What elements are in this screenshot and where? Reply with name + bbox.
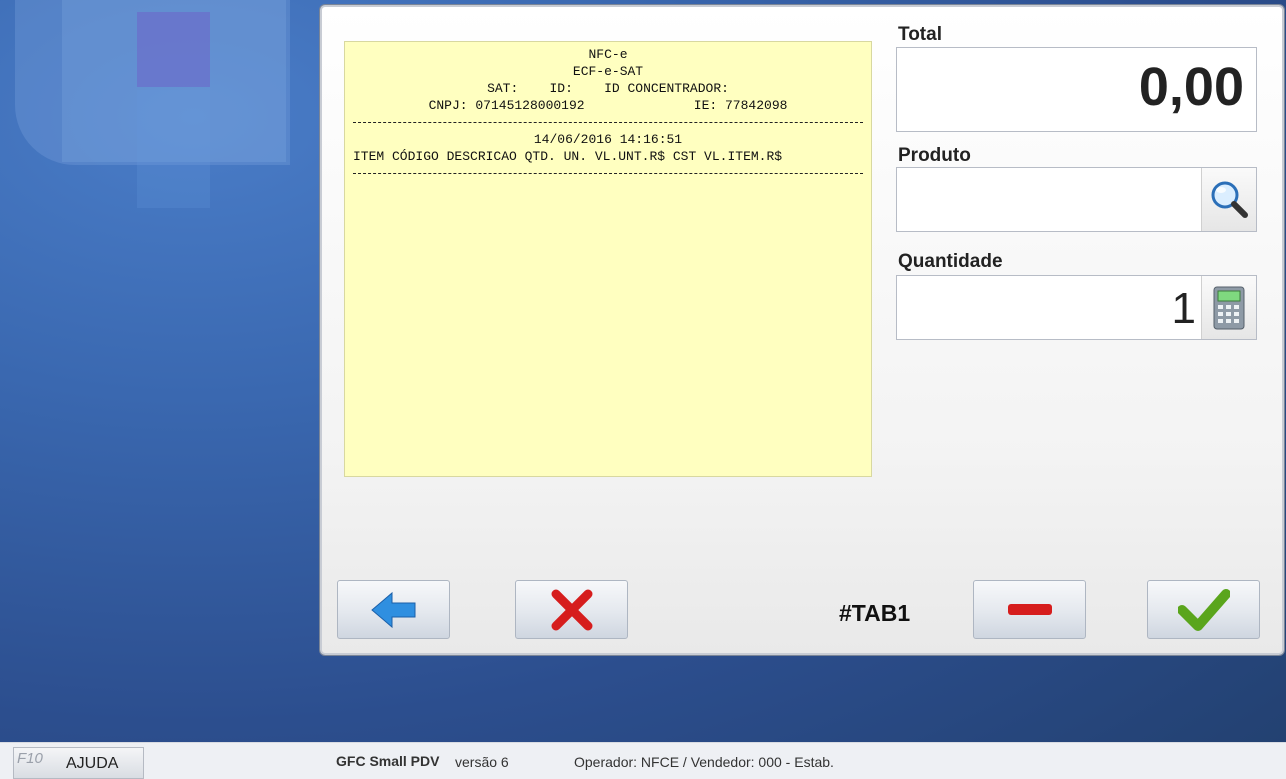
help-button[interactable]: F10 AJUDA: [13, 747, 144, 779]
check-icon: [1177, 588, 1230, 631]
cancel-button[interactable]: [515, 580, 628, 639]
confirm-button[interactable]: [1147, 580, 1260, 639]
receipt-divider: [353, 122, 863, 123]
operator-info: Operador: NFCE / Vendedor: 000 - Estab.: [574, 754, 834, 770]
remove-button[interactable]: [973, 580, 1086, 639]
receipt-divider: [353, 173, 863, 174]
status-bar: F10 AJUDA GFC Small PDV versão 6 Operado…: [0, 742, 1286, 779]
minus-icon: [1007, 603, 1052, 615]
search-button[interactable]: [1201, 168, 1256, 231]
receipt-line: SAT: ID: ID CONCENTRADOR:: [487, 81, 729, 96]
arrow-left-icon: [370, 591, 415, 628]
app-version: versão 6: [455, 754, 509, 770]
tab-label: #TAB1: [839, 600, 911, 626]
quantidade-label: Quantidade: [898, 251, 1003, 272]
produto-input[interactable]: [896, 167, 1257, 232]
close-icon: [551, 589, 592, 630]
background-decoration: [137, 12, 210, 87]
background-decoration: [137, 90, 210, 208]
help-shortcut: F10: [17, 750, 43, 767]
quantidade-value: 1: [1171, 284, 1196, 333]
calculator-icon: [1213, 286, 1245, 329]
receipt-line: ECF-e-SAT: [572, 64, 644, 79]
pos-panel: NFC-e ECF-e-SAT SAT: ID: ID CONCENTRADOR…: [320, 5, 1284, 655]
app-name: GFC Small PDV: [336, 753, 440, 769]
total-display: 0,00: [896, 47, 1257, 132]
quantidade-input[interactable]: 1: [896, 275, 1257, 340]
produto-label: Produto: [898, 145, 971, 166]
receipt-columns-header: ITEM CÓDIGO DESCRICAO QTD. UN. VL.UNT.R$…: [353, 149, 783, 164]
help-label: AJUDA: [66, 755, 119, 772]
calculator-button[interactable]: [1201, 276, 1256, 339]
search-icon: [1211, 181, 1248, 218]
receipt-line: NFC-e: [588, 47, 628, 62]
receipt-preview: NFC-e ECF-e-SAT SAT: ID: ID CONCENTRADOR…: [344, 41, 872, 477]
total-label: Total: [898, 24, 942, 45]
back-button[interactable]: [337, 580, 450, 639]
total-value: 0,00: [1138, 57, 1244, 117]
receipt-line: CNPJ: 07145128000192 IE: 77842098: [428, 98, 788, 113]
receipt-datetime: 14/06/2016 14:16:51: [533, 132, 683, 147]
